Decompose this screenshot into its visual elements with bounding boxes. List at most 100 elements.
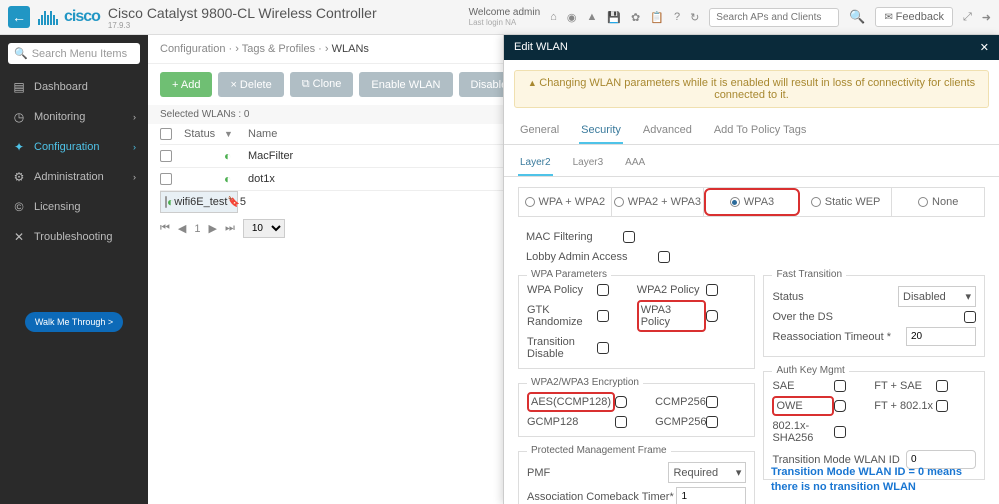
pager-next[interactable]: ▶	[209, 222, 217, 235]
config-icon: ✦	[12, 140, 26, 154]
mode-wpa2-wpa3[interactable]: WPA2 + WPA3	[612, 188, 705, 216]
wpa-policy-checkbox[interactable]	[597, 284, 609, 296]
crumb-configuration[interactable]: Configuration	[160, 43, 225, 55]
menu-search-input[interactable]: 🔍Search Menu Items	[8, 43, 140, 64]
pager-page: 1	[194, 223, 200, 235]
select-all-checkbox[interactable]	[160, 128, 172, 140]
nav-troubleshooting[interactable]: ✕Troubleshooting	[0, 222, 148, 252]
nav-licensing[interactable]: ©Licensing	[0, 192, 148, 222]
subtab-aaa[interactable]: AAA	[623, 151, 647, 176]
search-icon[interactable]: 🔍	[849, 9, 865, 25]
wpa2-policy-checkbox[interactable]	[706, 284, 718, 296]
subtab-layer2[interactable]: Layer2	[518, 151, 553, 176]
table-row[interactable]: ◐ wifi6E_test 🔖 5	[160, 191, 238, 213]
row-checkbox[interactable]	[160, 173, 172, 185]
tab-add-policy[interactable]: Add To Policy Tags	[712, 118, 809, 144]
over-the-ds-checkbox[interactable]	[964, 311, 976, 323]
tab-advanced[interactable]: Advanced	[641, 118, 694, 144]
pmf-group: Protected Management Frame PMFRequired▾ …	[518, 451, 755, 504]
crumb-wlans: WLANs	[332, 43, 369, 55]
gcmp256-checkbox[interactable]	[706, 416, 718, 428]
back-button[interactable]: ←	[8, 6, 30, 28]
help-icon[interactable]: ?	[674, 11, 680, 24]
version-label: 17.9.3	[108, 21, 377, 30]
clipboard-icon[interactable]: 📋	[650, 11, 664, 24]
crumb-tags[interactable]: Tags & Profiles	[242, 43, 315, 55]
mode-static-wep[interactable]: Static WEP	[800, 188, 893, 216]
gcmp128-checkbox[interactable]	[615, 416, 627, 428]
last-login: Last login NA	[469, 18, 541, 27]
cisco-logo-icon	[38, 9, 58, 25]
subtab-layer3[interactable]: Layer3	[571, 151, 606, 176]
tag-icon[interactable]: 🔖	[227, 197, 239, 208]
status-up-icon: ◐	[224, 172, 248, 186]
mode-none[interactable]: None	[892, 188, 984, 216]
mac-filtering-checkbox[interactable]	[623, 231, 635, 243]
mac-filtering-label: MAC Filtering	[526, 231, 593, 243]
dashboard-icon: ▤	[12, 80, 26, 94]
save-icon[interactable]: 💾	[607, 11, 621, 24]
home-icon[interactable]: ⌂	[550, 11, 557, 24]
refresh-icon[interactable]: ↻	[690, 11, 699, 24]
product-title: Cisco Catalyst 9800-CL Wireless Controll…	[108, 5, 377, 21]
transition-disable-checkbox[interactable]	[597, 342, 609, 354]
mode-wpa3[interactable]: WPA3	[704, 188, 800, 216]
panel-title: Edit WLAN	[514, 41, 568, 54]
search-icon: 🔍	[14, 47, 28, 60]
ft-status-select[interactable]: Disabled▾	[898, 286, 976, 307]
wpa3-policy-checkbox[interactable]	[706, 310, 718, 322]
nav-configuration[interactable]: ✦Configuration›	[0, 132, 148, 162]
clone-button[interactable]: ⧉ Clone	[290, 72, 354, 97]
status-up-icon: ◐	[224, 149, 248, 163]
owe-checkbox[interactable]	[834, 400, 846, 412]
col-status[interactable]: Status	[184, 128, 224, 140]
global-search-input[interactable]	[709, 8, 839, 27]
ccmp256-checkbox[interactable]	[706, 396, 718, 408]
add-button[interactable]: + Add	[160, 72, 212, 97]
sae-checkbox[interactable]	[834, 380, 846, 392]
licensing-icon: ©	[12, 200, 26, 214]
admin-icon: ⚙	[12, 170, 26, 184]
tab-general[interactable]: General	[518, 118, 561, 144]
tab-security[interactable]: Security	[579, 118, 623, 144]
lobby-admin-checkbox[interactable]	[658, 251, 670, 263]
brand-text: cisco	[64, 8, 100, 26]
edit-wlan-panel: Edit WLAN ✕ ▲ Changing WLAN parameters w…	[503, 35, 999, 504]
filter-icon[interactable]: ▼	[224, 129, 248, 139]
delete-button[interactable]: × Delete	[218, 72, 283, 97]
alert-icon[interactable]: ▲	[586, 11, 597, 24]
close-icon[interactable]: ✕	[980, 41, 989, 54]
encryption-group: WPA2/WPA3 Encryption AES(CCMP128) CCMP25…	[518, 383, 755, 437]
settings-icon[interactable]: ✿	[631, 11, 640, 24]
row-id: 5	[240, 196, 246, 208]
walk-me-through-button[interactable]: Walk Me Through >	[25, 312, 123, 332]
page-size-select[interactable]: 10	[243, 219, 285, 238]
feedback-button[interactable]: ✉ Feedback	[875, 7, 952, 27]
troubleshoot-icon: ✕	[12, 230, 26, 244]
auth-key-mgmt-group: Auth Key Mgmt SAE FT + SAE OWE FT + 802.…	[763, 371, 985, 480]
row-checkbox[interactable]	[160, 150, 172, 162]
logout-icon[interactable]: ➜	[982, 11, 991, 24]
assoc-comeback-input[interactable]	[676, 487, 746, 504]
sidebar: 🔍Search Menu Items ▤Dashboard ◷Monitorin…	[0, 35, 148, 504]
mode-wpa-wpa2[interactable]: WPA + WPA2	[519, 188, 612, 216]
gtk-randomize-checkbox[interactable]	[597, 310, 609, 322]
pager-first[interactable]: ⏮	[160, 222, 170, 235]
nav-monitoring[interactable]: ◷Monitoring›	[0, 102, 148, 132]
aes-ccmp128-checkbox[interactable]	[615, 396, 627, 408]
fullscreen-icon[interactable]: ⤢	[963, 11, 972, 24]
monitoring-icon: ◷	[12, 110, 26, 124]
pmf-select[interactable]: Required▾	[668, 462, 746, 483]
nav-dashboard[interactable]: ▤Dashboard	[0, 72, 148, 102]
nav-administration[interactable]: ⚙Administration›	[0, 162, 148, 192]
reassoc-timeout-input[interactable]	[906, 327, 976, 346]
warning-banner: ▲ Changing WLAN parameters while it is e…	[514, 70, 989, 108]
ft-8021x-checkbox[interactable]	[936, 400, 948, 412]
pager-last[interactable]: ⏭	[225, 222, 235, 235]
lobby-admin-label: Lobby Admin Access	[526, 251, 628, 263]
enable-wlan-button[interactable]: Enable WLAN	[359, 72, 452, 97]
8021x-sha256-checkbox[interactable]	[834, 426, 846, 438]
wifi-icon[interactable]: ◉	[567, 11, 577, 24]
ft-sae-checkbox[interactable]	[936, 380, 948, 392]
pager-prev[interactable]: ◀	[178, 222, 186, 235]
